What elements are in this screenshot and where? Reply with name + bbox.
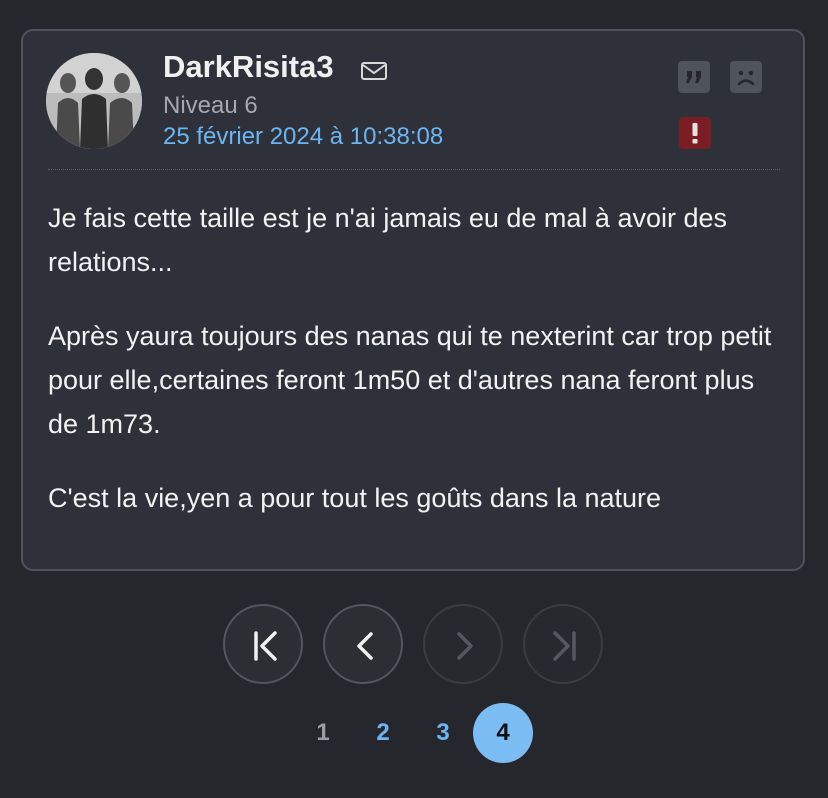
author-level: Niveau 6: [163, 92, 258, 119]
previous-page-icon: [357, 632, 373, 660]
quote-icon[interactable]: [678, 61, 710, 93]
avatar[interactable]: [46, 53, 142, 149]
post-paragraph: C'est la vie,yen a pour tout les goûts d…: [48, 483, 662, 513]
last-page-icon: [553, 631, 576, 661]
post-body: Je fais cette taille est je n'ai jamais …: [48, 196, 788, 550]
previous-page-button[interactable]: [323, 604, 403, 684]
sad-face-icon[interactable]: [730, 61, 762, 93]
page-link-2[interactable]: 2: [353, 703, 413, 763]
author-name[interactable]: DarkRisita3: [163, 49, 334, 85]
post-paragraph: Après yaura toujours des nanas qui te ne…: [48, 321, 772, 439]
next-page-button[interactable]: [423, 604, 503, 684]
post-paragraph: Je fais cette taille est je n'ai jamais …: [48, 203, 727, 277]
first-page-icon: [254, 631, 277, 661]
divider: [48, 169, 780, 170]
post-date[interactable]: 25 février 2024 à 10:38:08: [163, 123, 443, 151]
next-page-icon: [457, 632, 473, 660]
last-page-button[interactable]: [523, 604, 603, 684]
current-page[interactable]: 4: [473, 703, 533, 763]
avatar-image: [46, 53, 142, 149]
page-link-3[interactable]: 3: [413, 703, 473, 763]
mail-icon[interactable]: [360, 60, 388, 82]
first-page-button[interactable]: [223, 604, 303, 684]
exclamation-icon[interactable]: [679, 117, 711, 149]
page-link-1[interactable]: 1: [293, 703, 353, 763]
forum-post: DarkRisita3 Niveau 6 25 février 2024 à 1…: [21, 29, 805, 571]
